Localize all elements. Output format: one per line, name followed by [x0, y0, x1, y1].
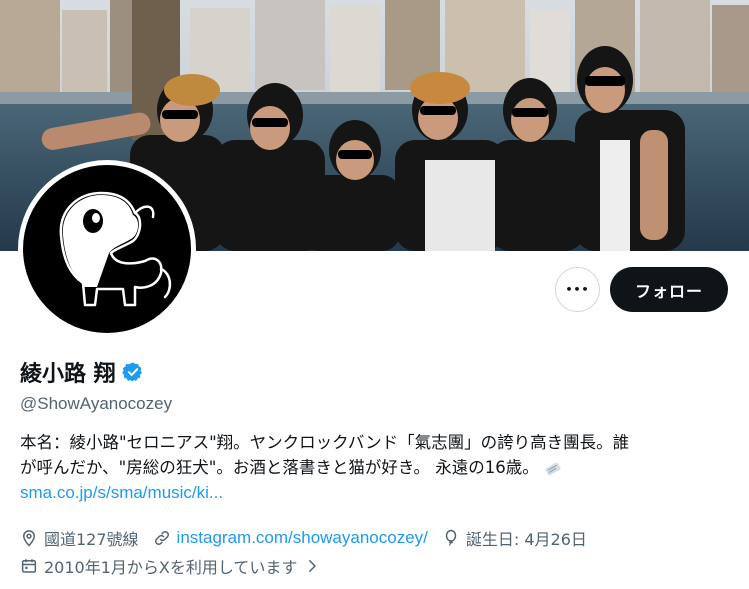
- joined-item[interactable]: 2010年1月からXを利用しています: [20, 554, 321, 578]
- more-options-button[interactable]: •••: [555, 267, 600, 312]
- follow-button-label: フォロー: [634, 281, 703, 301]
- user-handle: @ShowAyanocozey: [20, 394, 173, 413]
- calendar-icon: [20, 557, 38, 575]
- joined-text: 2010年1月からXを利用しています: [44, 558, 298, 577]
- profile-bio: 本名：綾小路"セロニアス"翔。ヤンクロックバンド「氣志團」の誇り高き團長。誰 が…: [20, 430, 735, 505]
- balloon-icon: [442, 529, 460, 547]
- website-link[interactable]: instagram.com/showayanocozey/: [177, 528, 428, 548]
- verified-badge-icon[interactable]: [121, 361, 144, 383]
- birthday-item: 誕生日: 4月26日: [442, 526, 587, 550]
- birthday-text: 誕生日: 4月26日: [465, 530, 587, 549]
- website-item: instagram.com/showayanocozey/: [153, 528, 428, 548]
- profile-meta-row: 國道127號線 instagram.com/showayanocozey/ 誕生…: [20, 526, 601, 550]
- location-text: 國道127號線: [44, 530, 139, 549]
- avatar-image: [23, 165, 191, 333]
- display-name: 綾小路 翔: [20, 362, 116, 387]
- location-item: 國道127號線: [20, 526, 139, 550]
- follow-button[interactable]: フォロー: [610, 267, 728, 312]
- more-dots-icon: •••: [565, 283, 590, 296]
- joined-row[interactable]: 2010年1月からXを利用しています: [20, 554, 321, 578]
- profile-avatar[interactable]: [18, 160, 196, 338]
- bio-line: 本名：綾小路"セロニアス"翔。ヤンクロックバンド「氣志團」の誇り高き團長。誰: [20, 433, 630, 452]
- link-icon: [153, 529, 171, 547]
- location-pin-icon: [20, 529, 38, 547]
- bio-line: が呼んだか、"房総の狂犬"。お酒と落書きと猫が好き。 永遠の16歳。: [20, 458, 539, 477]
- bio-link[interactable]: sma.co.jp/s/sma/music/ki...: [20, 480, 735, 505]
- chevron-right-icon: [303, 557, 321, 575]
- unicorn-drawing-icon: [59, 191, 172, 307]
- profile-name-row: 綾小路 翔: [20, 356, 144, 388]
- scroll-emoji-icon: [544, 460, 562, 478]
